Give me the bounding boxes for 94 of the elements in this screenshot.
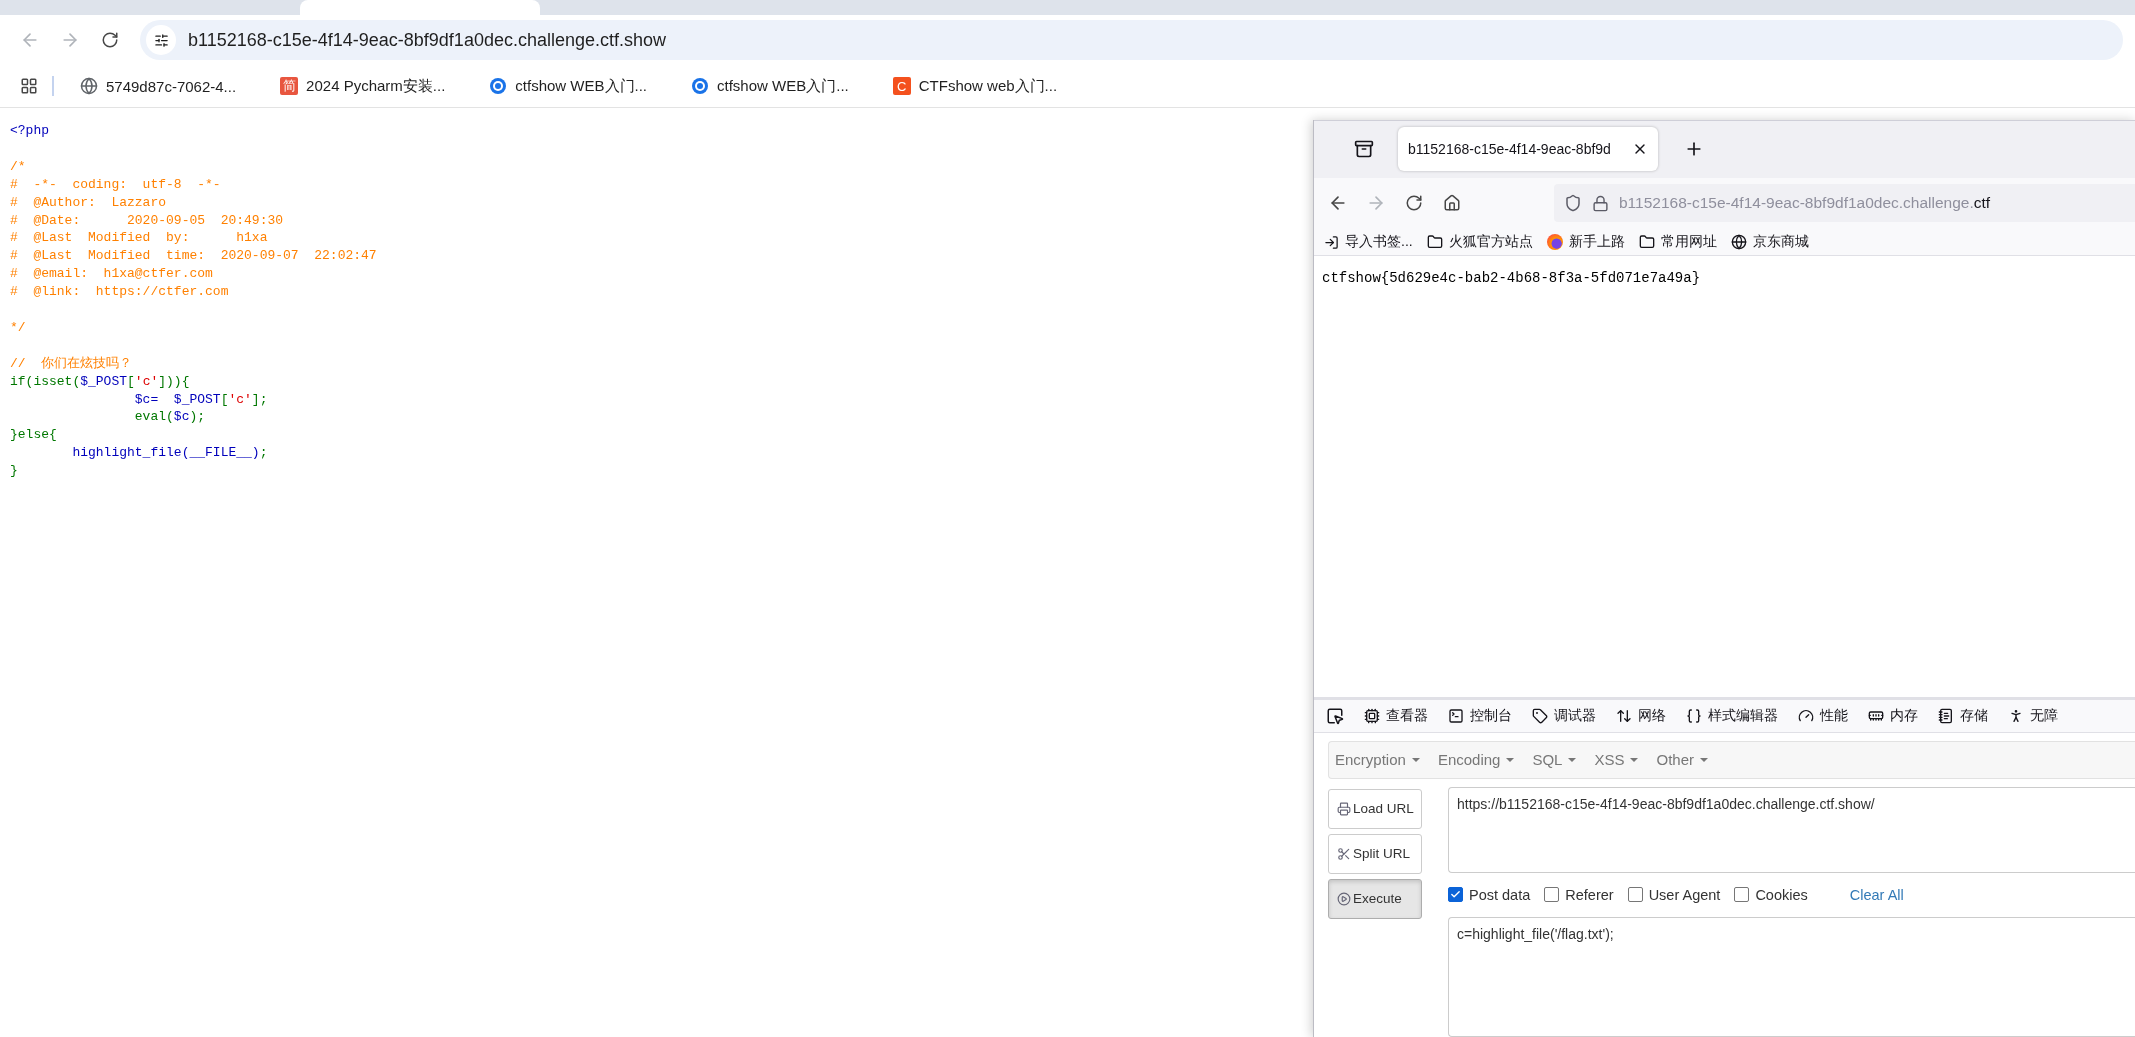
option-label: User Agent [1648,887,1721,903]
devtools-tab[interactable]: 调试器 [1532,706,1596,725]
checkbox-icon[interactable] [1544,887,1560,903]
option-label: Referer [1565,887,1614,903]
caret-icon [1506,758,1515,762]
devtools-tab[interactable]: 无障 [2008,706,2058,725]
checkbox-icon[interactable] [1734,887,1750,903]
shield-icon [1564,194,1582,213]
bookmark-favicon: 简 [280,77,299,95]
bookmark-item[interactable]: ctfshow WEB入门... [481,72,656,100]
option-label: Cookies [1755,887,1808,903]
bookmark-label: 5749d87c-7062-4... [106,77,237,95]
hackbar-menu[interactable]: Encoding [1437,751,1515,769]
scissors-icon [1337,847,1351,861]
option-checkbox[interactable]: Referer [1544,887,1614,903]
home-icon [1443,194,1461,213]
hackbar-button[interactable]: Split URL [1328,834,1422,874]
address-text: b1152168-c15e-4f14-9eac-8bf9df1a0dec.challenge.ctf.show [188,29,666,51]
globe-icon [80,77,98,95]
devtools-tab-icon [1448,707,1464,724]
bookmark-item[interactable]: 京东商城 [1730,233,1809,252]
devtools-tab[interactable]: 存储 [1938,706,1988,725]
clear-all-link[interactable]: Clear All [1849,887,1904,903]
option-checkbox[interactable]: User Agent [1627,887,1721,903]
option-label: Post data [1469,887,1531,903]
caret-icon [1568,758,1577,762]
bookmark-item[interactable]: 导入书签... [1324,233,1413,252]
bookmark-label: 常用网址 [1660,233,1717,252]
devtools-tab-icon [1938,707,1954,724]
printer-icon [1337,802,1351,816]
option-checkbox[interactable]: Post data [1448,887,1531,903]
hackbar-menu[interactable]: Other [1656,751,1708,769]
devtools-tab[interactable]: 网络 [1616,706,1666,725]
caret-icon [1630,758,1639,762]
tab-list-icon[interactable] [1354,139,1374,160]
site-favicon-icon [691,77,710,95]
devtools-tab[interactable]: 内存 [1868,706,1918,725]
reload-icon [1405,194,1423,213]
devtools-tab-icon [2008,707,2024,724]
hackbar-menu[interactable]: SQL [1532,751,1577,769]
devtools-tab-icon [1364,707,1380,724]
bookmark-item[interactable]: 新手上路 [1546,233,1625,252]
url-field[interactable]: https://b1152168-c15e-4f14-9eac-8bf9df1a0dec.challenge.ctf.show/ [1448,787,2135,873]
bookmark-item[interactable]: 5749d87c-7062-4... [72,73,245,99]
address-bar[interactable]: b1152168-c15e-4f14-9eac-8bf9df1a0dec.challenge.ctf [1554,184,2135,223]
devtools-tab-icon [1798,707,1814,724]
bookmark-label: 新手上路 [1568,233,1625,252]
browser-tab[interactable]: b1152168-c15e-4f14-9eac-8bf9d [1398,127,1658,172]
devtools-tab[interactable]: 样式编辑器 [1686,706,1778,725]
caret-icon [1700,758,1708,762]
devtools-tab[interactable]: 查看器 [1364,706,1428,725]
devtools-tab-icon [1532,707,1548,724]
address-bar[interactable]: b1152168-c15e-4f14-9eac-8bf9df1a0dec.challenge.ctf.show [140,20,2123,60]
bookmark-label: 导入书签... [1345,233,1413,252]
hackbar-menu[interactable]: Encryption [1335,751,1420,769]
devtools-tab[interactable]: 性能 [1798,706,1848,725]
bookmark-item[interactable]: 常用网址 [1638,233,1717,252]
bookmark-item[interactable]: 简 2024 Pycharm安装... [272,72,454,100]
option-checkbox[interactable]: Cookies [1734,887,1808,903]
flag-text: ctfshow{5d629e4c-bab2-4b68-8f3a-5fd071e7a49a} [1322,270,1701,287]
pick-element-icon[interactable] [1326,706,1344,725]
bookmark-item[interactable]: C CTFshow web入门... [884,72,1066,100]
caret-icon [1411,758,1420,762]
apps-icon[interactable] [20,77,38,95]
post-data-field[interactable]: c=highlight_file('/flag.txt'); [1448,917,2135,1037]
devtools-tab[interactable]: 控制台 [1448,706,1512,725]
source-code: <?php /* # -*- coding: utf-8 -*- # @Author: Lazzaro # @Date: 2020-09-05 20:49:30 # @Last Modified by: h1xa # @Last Modified time: 2020-09-07 22:02:47 # @email: h1xa@ctfer.com # @link: https://ctfer.com */ // 你们在炫技吗？ if(isset($_POST['c'])){ $c= $_POST['c']; eval($c); }else{ highlight_file(__FILE__); } [10,122,377,481]
bookmark-label: 火狐官方站点 [1448,233,1533,252]
bookmark-label: 京东商城 [1752,233,1809,252]
devtools-tab-icon [1616,707,1632,724]
hackbar-menu[interactable]: XSS [1594,751,1639,769]
hackbar-button[interactable]: Load URL [1328,789,1422,829]
site-favicon-icon [489,77,508,95]
import-icon [1324,234,1339,250]
bookmark-label: ctfshow WEB入门... [515,76,648,96]
lock-icon [1592,194,1609,212]
site-settings-icon[interactable] [146,25,176,55]
devtools-tab-icon [1686,707,1702,724]
hackbar-button[interactable]: Execute [1328,879,1422,919]
bookmark-label: CTFshow web入门... [918,76,1058,96]
browser-logo-icon [1546,234,1563,251]
globe-icon [1730,234,1747,251]
bookmark-favicon: C [892,77,911,95]
play-icon [1337,892,1351,906]
bookmark-label: 2024 Pycharm安装... [306,76,446,96]
folder-icon [1426,234,1443,251]
address-text: b1152168-c15e-4f14-9eac-8bf9df1a0dec.challenge.ctf [1619,194,1991,213]
reload-icon [101,31,119,49]
checkbox-icon[interactable] [1627,887,1643,903]
bookmark-label: ctfshow WEB入门... [717,76,849,96]
checkbox-icon[interactable] [1448,887,1463,903]
bookmark-item[interactable]: ctfshow WEB入门... [683,72,857,100]
bookmark-item[interactable]: 火狐官方站点 [1426,233,1533,252]
folder-icon [1638,234,1655,251]
